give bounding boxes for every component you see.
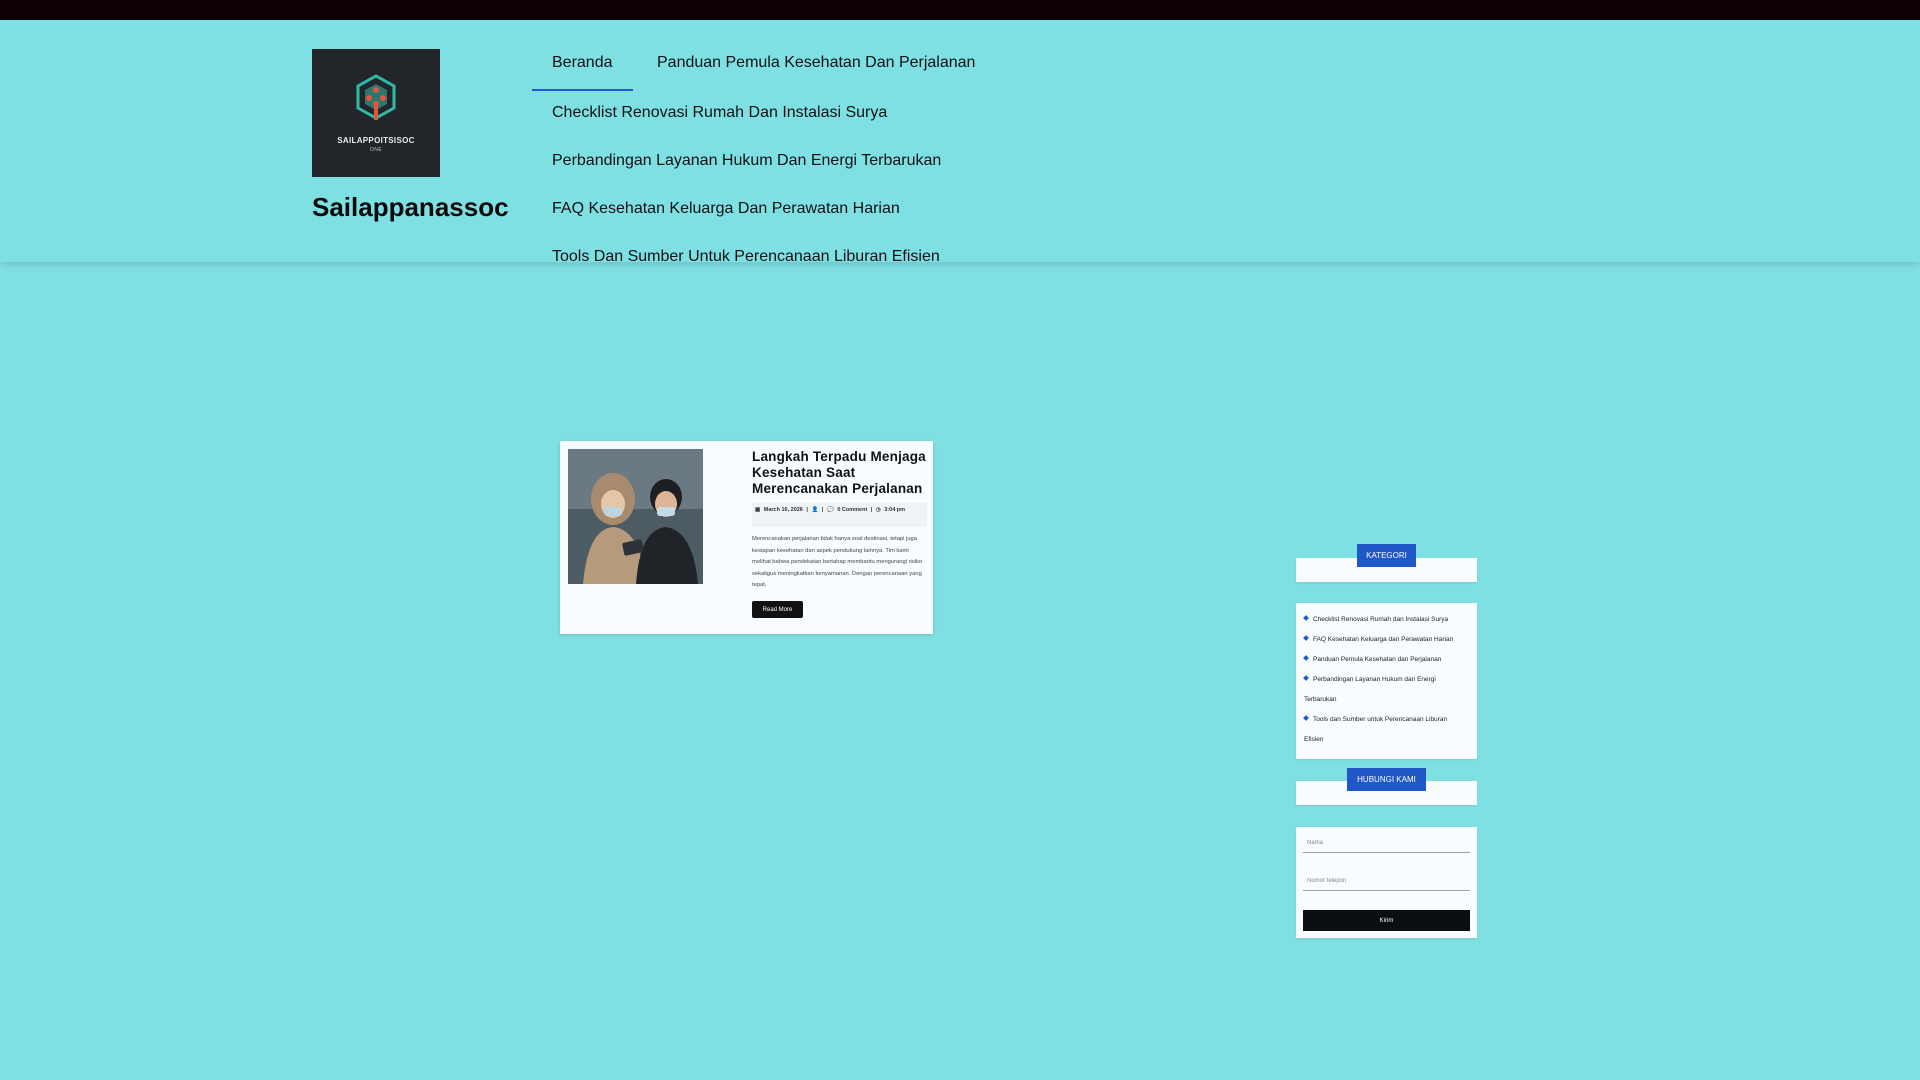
post-card: Langkah Terpadu Menjaga Kesehatan Saat M… bbox=[560, 441, 933, 634]
category-item[interactable]: FAQ Kesehatan Keluarga dan Perawatan Har… bbox=[1303, 630, 1474, 650]
category-item[interactable]: Perbandingan Layanan Hukum dan Energi Te… bbox=[1303, 670, 1449, 710]
meta-separator: | bbox=[806, 507, 808, 513]
site-logo[interactable]: SAILAPPOITSISOC ONE bbox=[312, 49, 440, 177]
post-comments[interactable]: 0 Comment bbox=[837, 507, 867, 513]
post-photo-image bbox=[568, 449, 703, 584]
bullet-icon bbox=[1303, 675, 1309, 681]
nav-item-perbandingan-layanan[interactable]: Perbandingan Layanan Hukum Dan Energi Te… bbox=[552, 152, 941, 170]
nav-item-faq-kesehatan[interactable]: FAQ Kesehatan Keluarga Dan Perawatan Har… bbox=[552, 200, 900, 218]
submit-button[interactable]: Kirim bbox=[1303, 910, 1470, 931]
category-widget-title: KATEGORI bbox=[1357, 544, 1416, 567]
comments-icon: 💬 bbox=[826, 507, 834, 513]
read-more-button[interactable]: Read More bbox=[752, 601, 803, 618]
post-time: 3:04 pm bbox=[884, 507, 906, 513]
logo-subtext: ONE bbox=[369, 146, 383, 153]
post-thumbnail[interactable] bbox=[568, 449, 703, 584]
post-meta: ▦ March 16, 2026 | 👤 | 💬 0 Comment | ◷ 3… bbox=[752, 503, 927, 527]
category-list: Checklist Renovasi Rumah dan Instalasi S… bbox=[1296, 603, 1477, 759]
contact-widget-title: HUBUNGI KAMI bbox=[1347, 768, 1426, 791]
post-date[interactable]: March 16, 2026 bbox=[764, 507, 803, 513]
contact-form: Kirim bbox=[1296, 827, 1477, 938]
bullet-icon bbox=[1303, 655, 1309, 661]
bullet-icon bbox=[1303, 635, 1309, 641]
category-item[interactable]: Panduan Pemula Kesehatan dan Perjalanan bbox=[1303, 650, 1474, 670]
category-item[interactable]: Checklist Renovasi Rumah dan Instalasi S… bbox=[1303, 610, 1474, 630]
nav-item-panduan-pemula[interactable]: Panduan Pemula Kesehatan Dan Perjalanan bbox=[657, 54, 975, 72]
user-icon: 👤 bbox=[811, 507, 819, 513]
nav-item-tools-sumber[interactable]: Tools Dan Sumber Untuk Perencanaan Libur… bbox=[552, 248, 940, 266]
logo-text: SAILAPPOITSISOC bbox=[337, 135, 415, 145]
post-excerpt: Merencanakan perjalanan tidak hanya soal… bbox=[752, 536, 923, 588]
bullet-icon bbox=[1303, 715, 1309, 721]
meta-separator: | bbox=[821, 507, 824, 513]
nav-item-beranda[interactable]: Beranda bbox=[532, 40, 633, 91]
phone-input[interactable] bbox=[1303, 871, 1470, 891]
meta-separator: | bbox=[870, 507, 873, 513]
nav-item-checklist-renovasi[interactable]: Checklist Renovasi Rumah Dan Instalasi S… bbox=[552, 104, 887, 122]
site-header: SAILAPPOITSISOC ONE Sailappanassoc Beran… bbox=[0, 20, 1920, 265]
logo-emblem-icon bbox=[356, 73, 396, 120]
name-input[interactable] bbox=[1303, 833, 1470, 853]
category-item[interactable]: Tools dan Sumber untuk Perencanaan Libur… bbox=[1303, 710, 1464, 750]
clock-icon: ◷ bbox=[875, 507, 881, 513]
bullet-icon bbox=[1303, 615, 1309, 621]
calendar-icon: ▦ bbox=[755, 507, 761, 513]
post-title[interactable]: Langkah Terpadu Menjaga Kesehatan Saat M… bbox=[752, 449, 927, 497]
site-title[interactable]: Sailappanassoc bbox=[312, 192, 509, 223]
top-bar bbox=[0, 0, 1920, 20]
